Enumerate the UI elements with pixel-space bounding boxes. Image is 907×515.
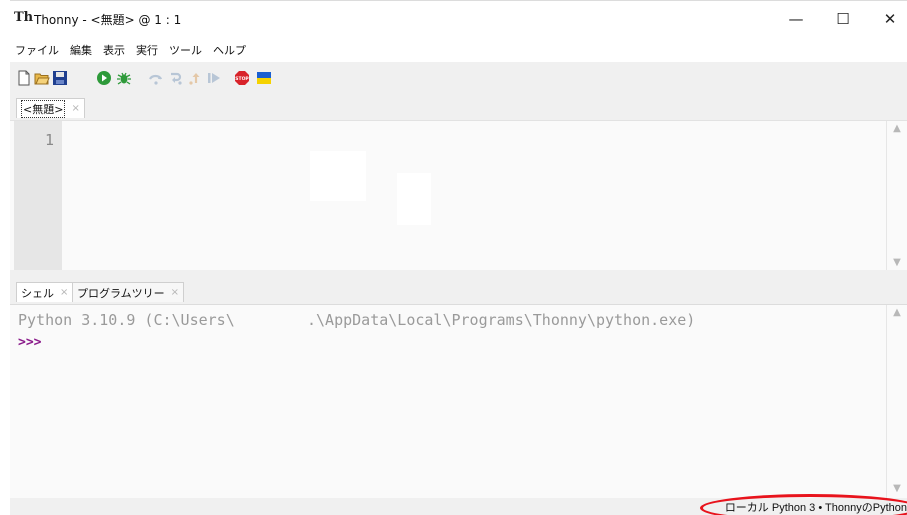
shell-scrollbar[interactable]: ▲ ▼ — [886, 305, 907, 498]
window-edge — [0, 0, 10, 515]
new-file-icon[interactable] — [16, 70, 32, 86]
tab-close-icon[interactable]: × — [171, 287, 179, 298]
shell-prompt: >>> — [18, 335, 42, 350]
tab-shell[interactable]: シェル × — [16, 282, 74, 302]
svg-text:STOP: STOP — [235, 76, 249, 82]
minimize-button[interactable]: — — [776, 6, 816, 32]
scroll-down-icon[interactable]: ▼ — [887, 257, 907, 268]
tab-label: プログラムツリー — [77, 286, 165, 300]
menu-file[interactable]: ファイル — [10, 42, 65, 58]
tab-program-tree[interactable]: プログラムツリー × — [72, 282, 185, 302]
close-button[interactable]: ✕ — [870, 6, 907, 32]
shell-tabstrip: シェル × プログラムツリー × — [10, 278, 907, 304]
line-number: 1 — [44, 131, 54, 149]
resume-icon — [208, 73, 220, 83]
open-folder-icon[interactable] — [34, 70, 50, 86]
python-banner: Python 3.10.9 (C:\Users\ .\AppData\Local… — [18, 311, 696, 329]
maximize-icon: ☐ — [836, 10, 850, 28]
scroll-up-icon[interactable]: ▲ — [887, 123, 907, 134]
debug-icon[interactable] — [116, 70, 132, 86]
window-title: Thonny - <無題> @ 1 : 1 — [34, 13, 182, 27]
tab-untitled[interactable]: <無題> × — [16, 98, 85, 118]
scroll-up-icon[interactable]: ▲ — [887, 307, 907, 318]
tab-label: シェル — [21, 286, 54, 300]
code-editor: 1 ▲ ▼ — [10, 120, 907, 271]
tab-close-icon[interactable]: × — [60, 287, 68, 298]
toolbar: STOP — [10, 62, 907, 94]
minimize-icon: — — [788, 10, 804, 28]
maximize-button[interactable]: ☐ — [823, 6, 863, 32]
stop-icon[interactable]: STOP — [234, 70, 250, 86]
scroll-down-icon[interactable]: ▼ — [887, 483, 907, 494]
title-bar-border — [10, 0, 907, 1]
editor-text-area[interactable] — [62, 121, 888, 271]
red-annotation-circle — [700, 494, 907, 515]
save-icon[interactable] — [52, 70, 68, 86]
step-into-icon — [171, 72, 182, 85]
step-over-icon — [149, 74, 162, 85]
redacted-block — [397, 173, 431, 225]
editor-tabstrip: <無題> × — [10, 94, 907, 120]
tab-close-icon[interactable]: × — [71, 103, 79, 114]
redacted-block — [310, 151, 366, 201]
menu-bar: ファイル 編集 表示 実行 ツール ヘルプ — [10, 38, 907, 62]
ukraine-flag-icon[interactable] — [256, 70, 272, 86]
menu-tools[interactable]: ツール — [164, 42, 208, 58]
menu-run[interactable]: 実行 — [131, 42, 164, 58]
menu-help[interactable]: ヘルプ — [208, 42, 252, 58]
pane-separator[interactable] — [10, 270, 907, 278]
run-icon[interactable] — [96, 70, 112, 86]
step-out-icon — [189, 73, 200, 85]
menu-edit[interactable]: 編集 — [65, 42, 98, 58]
thonny-app-icon: Th — [14, 10, 34, 25]
menu-view[interactable]: 表示 — [98, 42, 131, 58]
close-icon: ✕ — [883, 10, 897, 28]
shell-pane[interactable]: Python 3.10.9 (C:\Users\ .\AppData\Local… — [10, 304, 907, 499]
tab-label: <無題> — [21, 99, 66, 118]
line-number-gutter: 1 — [14, 121, 62, 271]
thonny-window: Th Thonny - <無題> @ 1 : 1 — ☐ ✕ ファイル 編集 表… — [0, 0, 907, 515]
editor-scrollbar[interactable]: ▲ ▼ — [886, 121, 907, 271]
